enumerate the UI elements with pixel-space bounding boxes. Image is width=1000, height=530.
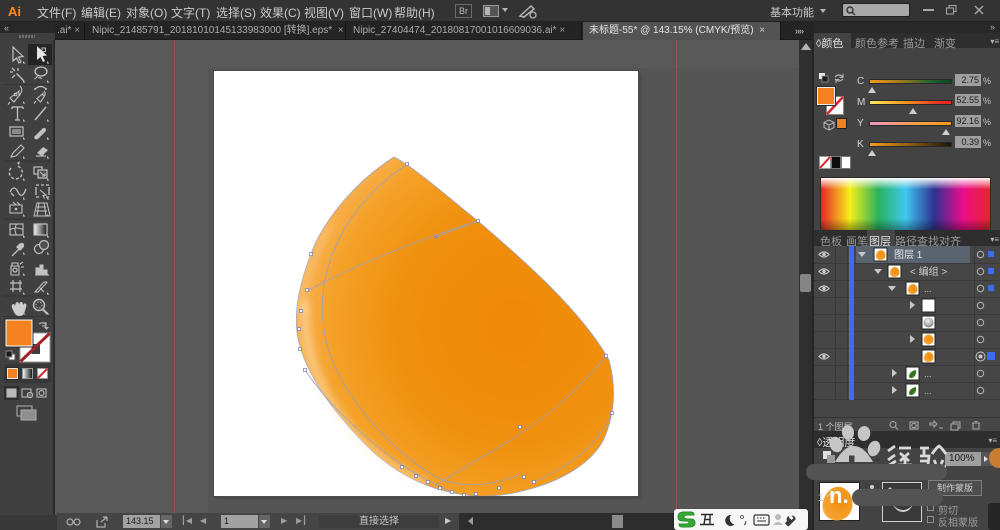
svg-text:< 编组 >: < 编组 > [910,265,947,278]
svg-text:...: ... [924,284,932,294]
svg-text:...: ... [924,386,932,396]
svg-text:...: ... [924,369,932,379]
svg-text:图层 1: 图层 1 [894,249,923,261]
svg-text:n.: n. [829,483,849,508]
